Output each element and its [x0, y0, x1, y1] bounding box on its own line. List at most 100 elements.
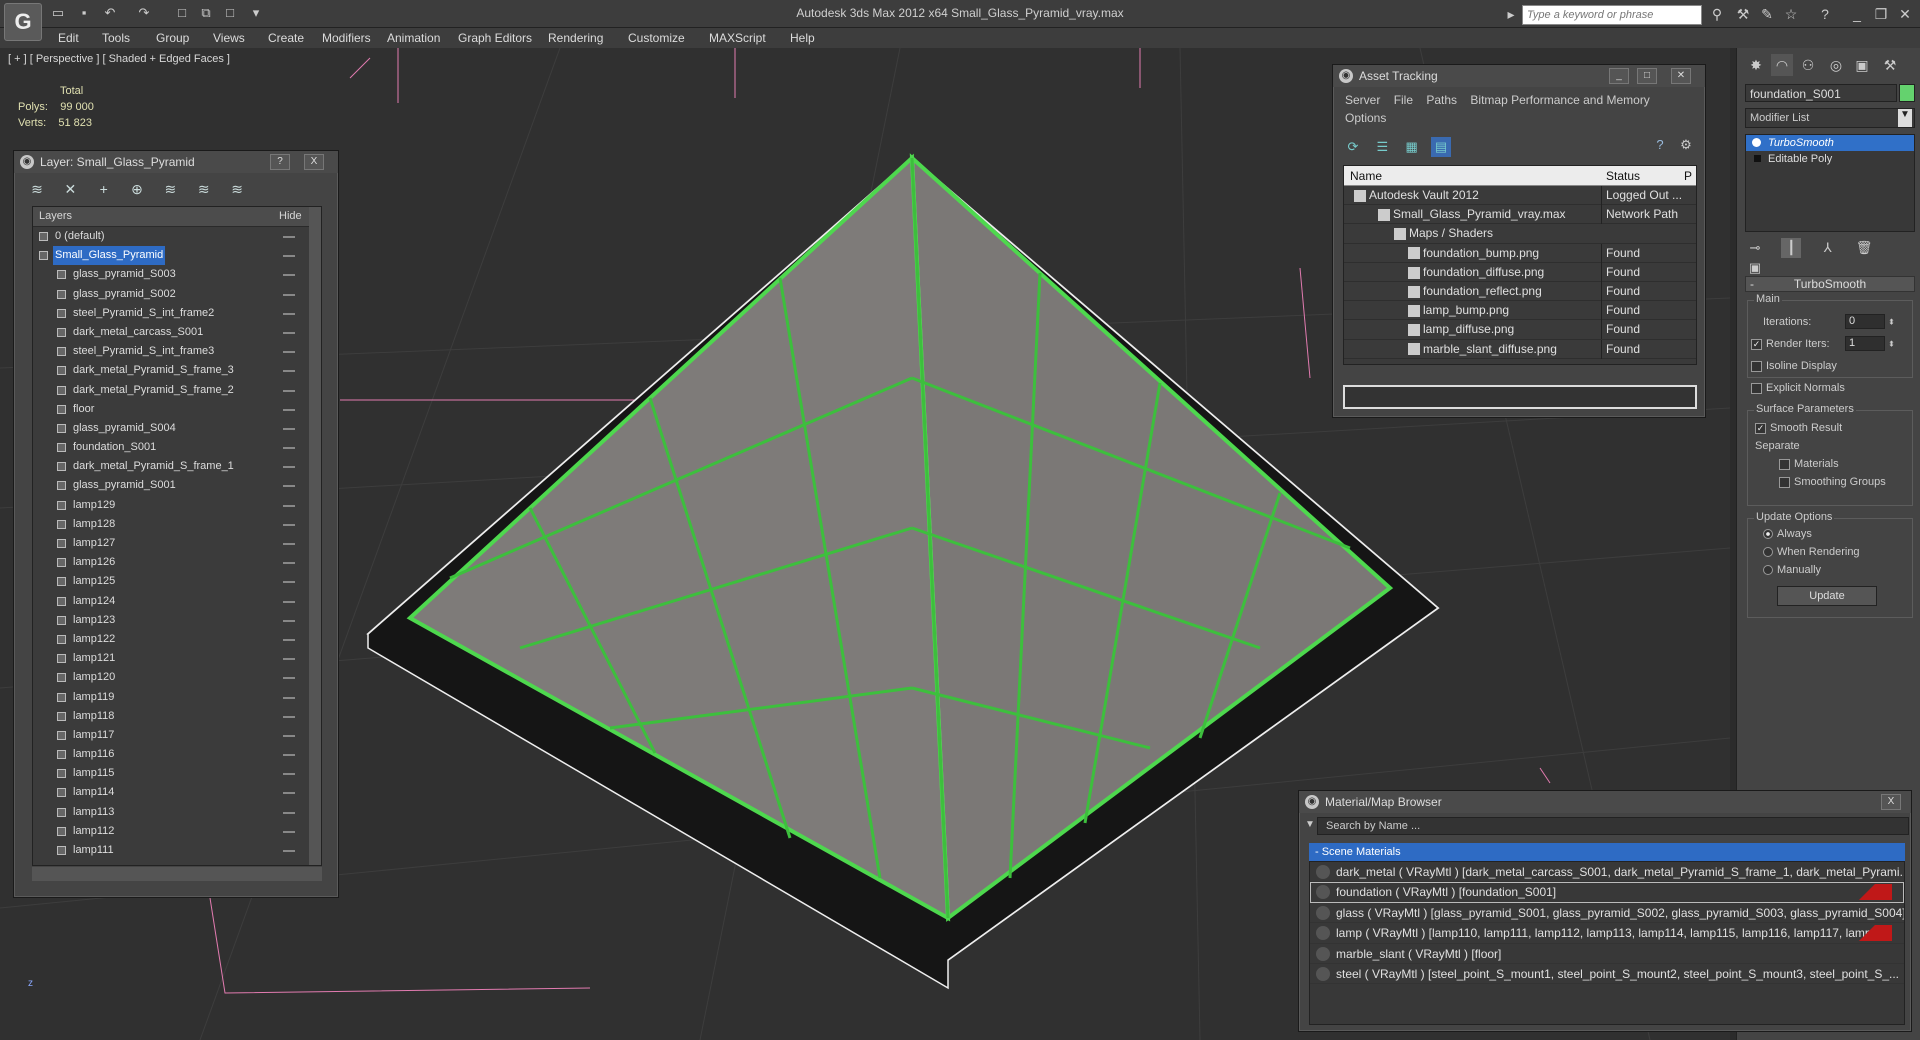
hide-toggle[interactable] [283, 312, 295, 315]
asset-row[interactable]: foundation_diffuse.png Found [1344, 262, 1696, 282]
hide-toggle[interactable] [283, 792, 295, 795]
turbosmooth-rollout-header[interactable]: - TurboSmooth [1745, 276, 1915, 292]
iterations-input[interactable]: 0 [1845, 314, 1885, 329]
favorites-star-icon[interactable]: ☆ [1782, 5, 1800, 23]
update-button[interactable]: Update [1777, 586, 1877, 606]
layer-row[interactable]: lamp118 [33, 707, 321, 726]
hide-toggle[interactable] [283, 754, 295, 757]
asset-menu-options[interactable]: Options [1345, 111, 1386, 125]
modifier-list-dropdown[interactable]: Modifier List ▼ [1745, 108, 1915, 128]
save-file-icon[interactable]: ▪ [76, 5, 92, 21]
hide-toggle[interactable] [283, 696, 295, 699]
material-row[interactable]: foundation ( VRayMtl ) [foundation_S001] [1310, 882, 1904, 903]
menu-group[interactable]: Group [156, 30, 189, 46]
hide-toggle[interactable] [283, 581, 295, 584]
asset-maximize-button[interactable]: □ [1637, 68, 1657, 84]
menu-graph-editors[interactable]: Graph Editors [458, 30, 532, 46]
hide-toggle[interactable] [283, 504, 295, 507]
layer-horizontal-scrollbar[interactable] [32, 867, 322, 881]
workspace-icon[interactable]: ▾ [248, 5, 264, 21]
render-iters-spinner[interactable]: 1 ⬍ [1845, 336, 1895, 351]
asset-row[interactable]: foundation_bump.png Found [1344, 243, 1696, 263]
pin-stack-icon[interactable]: ⊸ [1745, 238, 1765, 258]
asset-minimize-button[interactable]: _ [1609, 68, 1629, 84]
hide-toggle[interactable] [283, 850, 295, 852]
hide-toggle[interactable] [283, 293, 295, 296]
show-end-result-icon[interactable]: ┃ [1781, 238, 1802, 258]
menu-help[interactable]: Help [790, 30, 815, 46]
hide-toggle[interactable] [283, 274, 295, 277]
delete-layer-icon[interactable]: ✕ [59, 179, 81, 199]
render-iters-input[interactable]: 1 [1845, 336, 1885, 351]
help-icon[interactable]: ? [1816, 5, 1834, 23]
layer-row[interactable]: steel_Pyramid_S_int_frame3 [33, 342, 321, 361]
asset-row[interactable]: marble_slant_diffuse.png Found [1344, 339, 1696, 359]
make-unique-icon[interactable]: ⅄ [1818, 238, 1838, 258]
asset-row[interactable]: Autodesk Vault 2012 Logged Out ... [1344, 186, 1696, 206]
asset-path-field[interactable] [1343, 385, 1697, 409]
layer-row[interactable]: lamp119 [33, 688, 321, 707]
layer-row[interactable]: glass_pyramid_S004 [33, 419, 321, 438]
hide-toggle[interactable] [283, 408, 295, 411]
hide-toggle[interactable] [283, 236, 295, 238]
add-to-layer-icon[interactable]: + [93, 179, 115, 199]
layer-row[interactable]: lamp127 [33, 534, 321, 553]
isoline-checkbox[interactable] [1751, 360, 1762, 372]
open-file-icon[interactable]: ▭ [50, 5, 66, 21]
hide-toggle[interactable] [283, 677, 295, 680]
refresh-icon[interactable]: ⟳ [1343, 137, 1363, 157]
layer-row[interactable]: lamp129 [33, 496, 321, 515]
redo-icon[interactable]: ↷ [136, 5, 152, 21]
asset-menu-bitmap[interactable]: Bitmap Performance and Memory [1470, 93, 1649, 107]
layer-row[interactable]: glass_pyramid_S001 [33, 476, 321, 495]
materials-checkbox[interactable] [1779, 458, 1790, 470]
material-row[interactable]: steel ( VRayMtl ) [steel_point_S_mount1,… [1310, 964, 1904, 985]
asset-close-button[interactable]: ✕ [1671, 68, 1691, 84]
hold-icon[interactable]: ⧉ [198, 5, 214, 21]
hide-toggle[interactable] [283, 715, 295, 718]
layer-row[interactable]: dark_metal_Pyramid_S_frame_2 [33, 381, 321, 400]
hide-toggle[interactable] [283, 370, 295, 373]
display-tab-icon[interactable]: ▣ [1851, 54, 1873, 76]
layer-row[interactable]: lamp125 [33, 572, 321, 591]
material-close-button[interactable]: X [1881, 794, 1901, 810]
layer-row[interactable]: lamp126 [33, 553, 321, 572]
menu-edit[interactable]: Edit [58, 30, 79, 46]
layer-row[interactable]: lamp111 [33, 841, 321, 860]
configure-sets-icon[interactable]: ▣ [1745, 258, 1765, 278]
hide-toggle[interactable] [283, 255, 295, 258]
layer-row[interactable]: lamp128 [33, 515, 321, 534]
asset-status-header[interactable]: Status [1606, 169, 1640, 183]
iterations-spinner[interactable]: 0 ⬍ [1845, 314, 1895, 329]
layer-vertical-scrollbar[interactable] [309, 207, 321, 865]
layer-row[interactable]: Small_Glass_Pyramid [33, 246, 321, 266]
freeze-all-layers-icon[interactable]: ≋ [226, 179, 248, 199]
hide-toggle[interactable] [283, 830, 295, 833]
layer-row[interactable]: lamp123 [33, 611, 321, 630]
smoothing-groups-checkbox[interactable] [1779, 476, 1790, 488]
asset-help-icon[interactable]: ? [1651, 137, 1669, 155]
menu-tools[interactable]: Tools [102, 30, 130, 46]
layer-row[interactable]: steel_Pyramid_S_int_frame2 [33, 304, 321, 323]
new-scene-icon[interactable]: □ [174, 5, 190, 21]
menu-views[interactable]: Views [213, 30, 245, 46]
hide-toggle[interactable] [283, 466, 295, 469]
layer-row[interactable]: lamp116 [33, 745, 321, 764]
hide-toggle[interactable] [283, 773, 295, 776]
viewport-label[interactable]: [ + ] [ Perspective ] [ Shaded + Edged F… [8, 53, 230, 65]
hierarchy-tab-icon[interactable]: ⚇ [1797, 54, 1819, 76]
minimize-icon[interactable]: _ [1848, 5, 1866, 23]
motion-tab-icon[interactable]: ◎ [1825, 54, 1847, 76]
layer-row[interactable]: lamp120 [33, 668, 321, 687]
menu-animation[interactable]: Animation [387, 30, 440, 46]
material-row[interactable]: dark_metal ( VRayMtl ) [dark_metal_carca… [1310, 862, 1904, 883]
layer-row[interactable]: foundation_S001 [33, 438, 321, 457]
subscription-icon[interactable]: ⚒ [1734, 5, 1752, 23]
layer-row[interactable]: lamp112 [33, 822, 321, 841]
hide-toggle[interactable] [283, 389, 295, 392]
select-in-layer-icon[interactable]: ⊕ [126, 179, 148, 199]
object-color-swatch[interactable] [1899, 84, 1915, 102]
object-name-field[interactable]: foundation_S001 [1745, 84, 1897, 102]
layer-row[interactable]: lamp114 [33, 783, 321, 802]
explicit-normals-checkbox[interactable] [1751, 382, 1762, 394]
